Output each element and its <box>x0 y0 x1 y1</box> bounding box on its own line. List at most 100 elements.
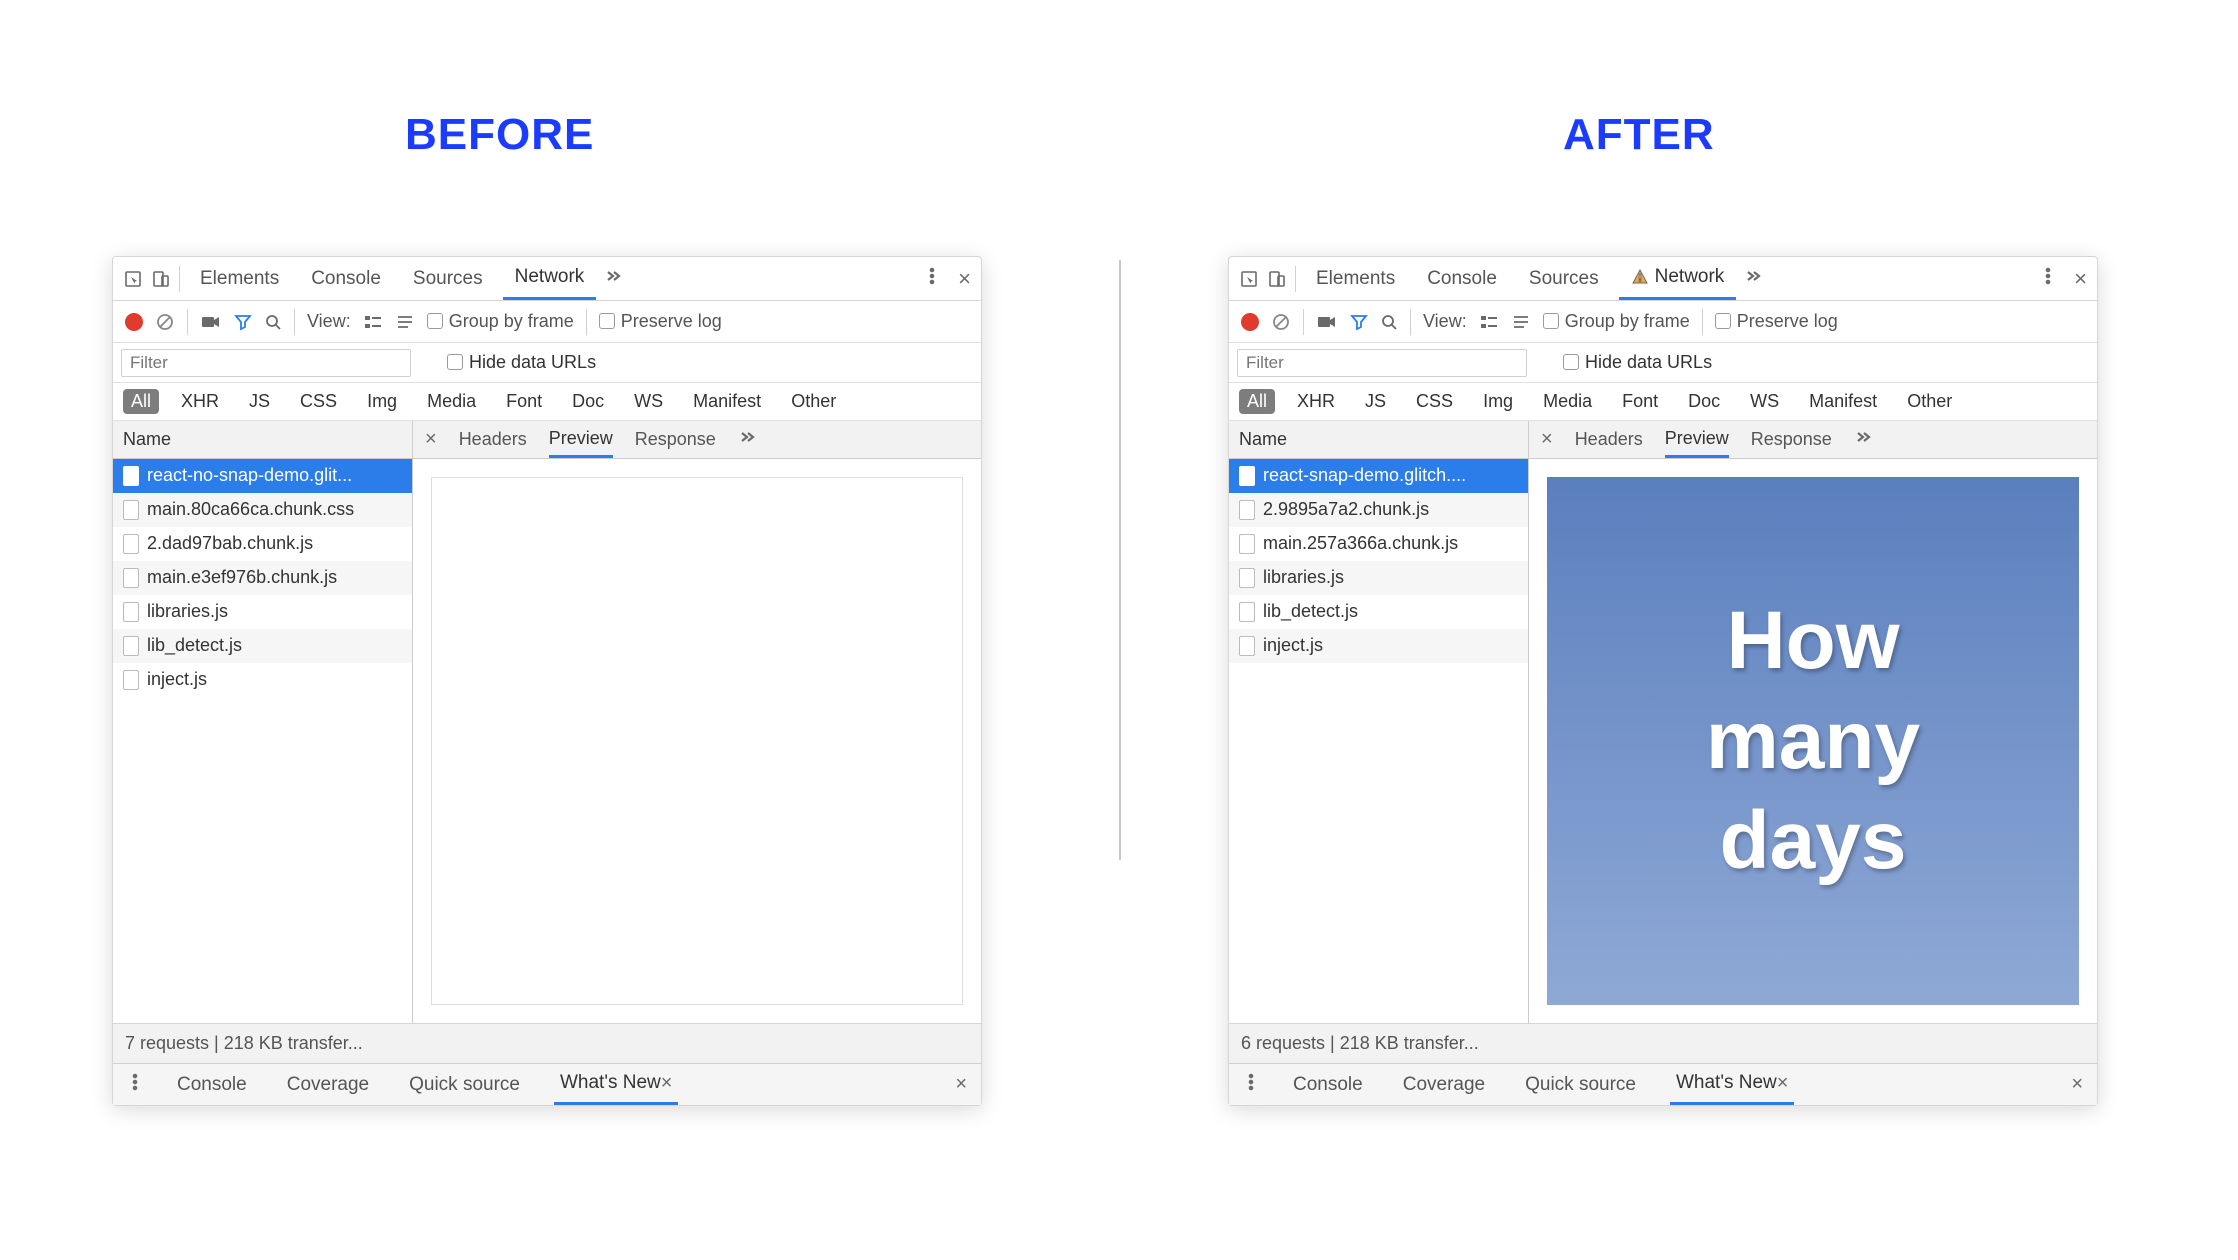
group-by-frame-checkbox[interactable]: Group by frame <box>1543 311 1690 332</box>
type-filter-font[interactable]: Font <box>1614 389 1666 414</box>
drawer-tab-console[interactable]: Console <box>171 1064 253 1105</box>
drawer-tab-what-s-new[interactable]: What's New × <box>1670 1064 1794 1105</box>
filter-input[interactable] <box>121 349 411 377</box>
type-filter-js[interactable]: JS <box>1357 389 1394 414</box>
name-column-header[interactable]: Name <box>113 421 413 458</box>
type-filter-font[interactable]: Font <box>498 389 550 414</box>
filter-funnel-icon[interactable] <box>1350 313 1368 331</box>
tab-network[interactable]: Network <box>503 257 597 300</box>
close-icon[interactable]: × <box>661 1072 673 1095</box>
request-row[interactable]: react-no-snap-demo.glit... <box>113 459 412 493</box>
tab-console[interactable]: Console <box>299 257 393 300</box>
request-row[interactable]: inject.js <box>1229 629 1528 663</box>
name-column-header[interactable]: Name <box>1229 421 1529 458</box>
record-button[interactable] <box>125 313 143 331</box>
inspect-icon[interactable] <box>123 269 143 289</box>
more-tabs-icon[interactable] <box>604 267 622 291</box>
small-rows-icon[interactable] <box>395 314 415 330</box>
type-filter-manifest[interactable]: Manifest <box>685 389 769 414</box>
close-icon[interactable]: × <box>1541 428 1553 451</box>
hide-data-urls-checkbox[interactable]: Hide data URLs <box>1563 352 1712 373</box>
drawer-tab-what-s-new[interactable]: What's New × <box>554 1064 678 1105</box>
preserve-log-checkbox[interactable]: Preserve log <box>599 311 722 332</box>
request-row[interactable]: react-snap-demo.glitch.... <box>1229 459 1528 493</box>
type-filter-js[interactable]: JS <box>241 389 278 414</box>
tab-elements[interactable]: Elements <box>188 257 291 300</box>
type-filter-all[interactable]: All <box>1239 389 1275 414</box>
type-filter-other[interactable]: Other <box>1899 389 1960 414</box>
type-filter-css[interactable]: CSS <box>292 389 345 414</box>
type-filter-img[interactable]: Img <box>1475 389 1521 414</box>
request-row[interactable]: 2.dad97bab.chunk.js <box>113 527 412 561</box>
drawer-menu-icon[interactable] <box>1243 1072 1259 1098</box>
type-filter-xhr[interactable]: XHR <box>173 389 227 414</box>
more-tabs-icon[interactable] <box>1744 267 1762 291</box>
tab-console[interactable]: Console <box>1415 257 1509 300</box>
request-row[interactable]: lib_detect.js <box>113 629 412 663</box>
type-filter-xhr[interactable]: XHR <box>1289 389 1343 414</box>
large-rows-icon[interactable] <box>1479 314 1499 330</box>
more-subtabs-icon[interactable] <box>738 428 756 451</box>
group-by-frame-checkbox[interactable]: Group by frame <box>427 311 574 332</box>
request-row[interactable]: libraries.js <box>1229 561 1528 595</box>
drawer-tab-quick-source[interactable]: Quick source <box>1519 1064 1642 1105</box>
drawer-tab-coverage[interactable]: Coverage <box>281 1064 375 1105</box>
type-filter-media[interactable]: Media <box>1535 389 1600 414</box>
close-icon[interactable]: × <box>2071 1073 2083 1096</box>
tab-elements[interactable]: Elements <box>1304 257 1407 300</box>
close-icon[interactable]: × <box>955 1073 967 1096</box>
inspect-icon[interactable] <box>1239 269 1259 289</box>
request-row[interactable]: inject.js <box>113 663 412 697</box>
device-toggle-icon[interactable] <box>151 269 171 289</box>
subtab-headers[interactable]: Headers <box>459 421 527 458</box>
type-filter-manifest[interactable]: Manifest <box>1801 389 1885 414</box>
type-filter-doc[interactable]: Doc <box>1680 389 1728 414</box>
camera-icon[interactable] <box>1316 313 1338 331</box>
subtab-preview[interactable]: Preview <box>1665 421 1729 458</box>
drawer-tab-coverage[interactable]: Coverage <box>1397 1064 1491 1105</box>
type-filter-media[interactable]: Media <box>419 389 484 414</box>
menu-dots-icon[interactable] <box>2040 266 2056 292</box>
request-row[interactable]: 2.9895a7a2.chunk.js <box>1229 493 1528 527</box>
request-row[interactable]: lib_detect.js <box>1229 595 1528 629</box>
filter-funnel-icon[interactable] <box>234 313 252 331</box>
menu-dots-icon[interactable] <box>924 266 940 292</box>
search-icon[interactable] <box>1380 313 1398 331</box>
more-subtabs-icon[interactable] <box>1854 428 1872 451</box>
type-filter-css[interactable]: CSS <box>1408 389 1461 414</box>
close-icon[interactable]: × <box>425 428 437 451</box>
tab-sources[interactable]: Sources <box>401 257 495 300</box>
record-button[interactable] <box>1241 313 1259 331</box>
subtab-headers[interactable]: Headers <box>1575 421 1643 458</box>
request-row[interactable]: libraries.js <box>113 595 412 629</box>
type-filter-ws[interactable]: WS <box>626 389 671 414</box>
type-filter-ws[interactable]: WS <box>1742 389 1787 414</box>
hide-data-urls-checkbox[interactable]: Hide data URLs <box>447 352 596 373</box>
camera-icon[interactable] <box>200 313 222 331</box>
drawer-menu-icon[interactable] <box>127 1072 143 1098</box>
close-icon[interactable]: × <box>958 266 971 292</box>
tab-sources[interactable]: Sources <box>1517 257 1611 300</box>
clear-icon[interactable] <box>155 312 175 332</box>
type-filter-img[interactable]: Img <box>359 389 405 414</box>
device-toggle-icon[interactable] <box>1267 269 1287 289</box>
drawer-tab-quick-source[interactable]: Quick source <box>403 1064 526 1105</box>
close-icon[interactable]: × <box>1777 1072 1789 1095</box>
small-rows-icon[interactable] <box>1511 314 1531 330</box>
tab-network[interactable]: Network <box>1619 257 1737 300</box>
request-row[interactable]: main.e3ef976b.chunk.js <box>113 561 412 595</box>
search-icon[interactable] <box>264 313 282 331</box>
large-rows-icon[interactable] <box>363 314 383 330</box>
request-row[interactable]: main.80ca66ca.chunk.css <box>113 493 412 527</box>
type-filter-all[interactable]: All <box>123 389 159 414</box>
subtab-preview[interactable]: Preview <box>549 421 613 458</box>
clear-icon[interactable] <box>1271 312 1291 332</box>
request-row[interactable]: main.257a366a.chunk.js <box>1229 527 1528 561</box>
filter-input[interactable] <box>1237 349 1527 377</box>
type-filter-doc[interactable]: Doc <box>564 389 612 414</box>
subtab-response[interactable]: Response <box>1751 421 1832 458</box>
drawer-tab-console[interactable]: Console <box>1287 1064 1369 1105</box>
subtab-response[interactable]: Response <box>635 421 716 458</box>
close-icon[interactable]: × <box>2074 266 2087 292</box>
preserve-log-checkbox[interactable]: Preserve log <box>1715 311 1838 332</box>
